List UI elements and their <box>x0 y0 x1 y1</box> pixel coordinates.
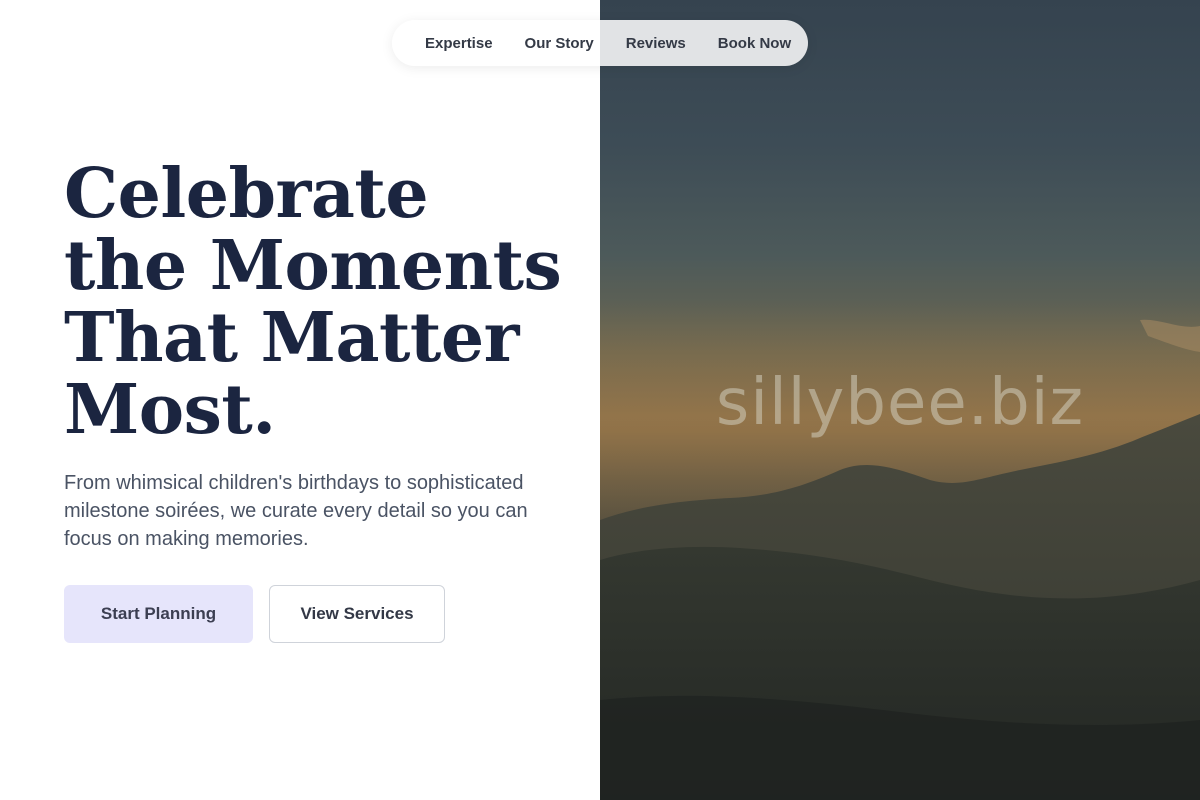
hero-content: Celebrate the Moments That Matter Most. … <box>0 0 600 800</box>
view-services-button[interactable]: View Services <box>269 585 445 643</box>
cta-group: Start Planning View Services <box>64 585 445 643</box>
landing-page: Celebrate the Moments That Matter Most. … <box>0 0 1200 800</box>
hero-subtext: From whimsical children's birthdays to s… <box>64 472 528 550</box>
nav-item-book-now[interactable]: Book Now <box>718 35 791 52</box>
nav-item-expertise[interactable]: Expertise <box>425 35 493 52</box>
start-planning-button[interactable]: Start Planning <box>64 585 253 643</box>
nav-item-reviews[interactable]: Reviews <box>626 35 686 52</box>
nav-item-our-story[interactable]: Our Story <box>525 35 594 52</box>
watermark-text: sillybee.biz <box>715 366 1085 440</box>
hero-headline: Celebrate the Moments That Matter Most. <box>64 154 562 450</box>
top-navigation: Expertise Our Story Reviews Book Now <box>392 20 808 66</box>
hero-image-panel: sillybee.biz <box>600 0 1200 800</box>
